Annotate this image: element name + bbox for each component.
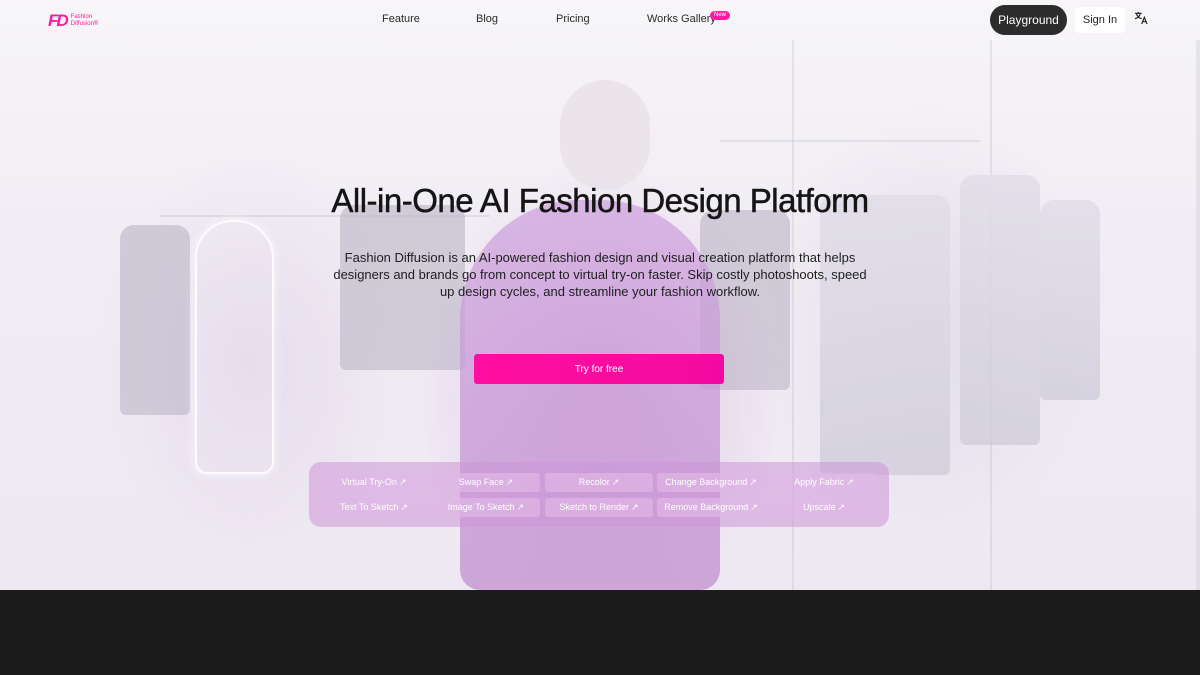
tool-text-to-sketch[interactable]: Text To Sketch ↗ bbox=[320, 498, 428, 517]
tool-upscale[interactable]: Upscale ↗ bbox=[770, 498, 878, 517]
top-navigation: FD Fashion Diffusion® Feature Blog Prici… bbox=[0, 0, 1200, 40]
page-title: All-in-One AI Fashion Design Platform bbox=[331, 182, 869, 220]
tool-label: Sketch to Render bbox=[559, 502, 629, 512]
tool-remove-background[interactable]: Remove Background ↗ bbox=[657, 498, 765, 517]
tool-image-to-sketch[interactable]: Image To Sketch ↗ bbox=[432, 498, 540, 517]
try-for-free-button[interactable]: Try for free bbox=[474, 354, 724, 384]
logo-text: Fashion Diffusion® bbox=[71, 14, 99, 28]
tool-label: Image To Sketch bbox=[447, 502, 515, 512]
tool-label: Apply Fabric bbox=[794, 477, 845, 487]
brand-logo[interactable]: FD Fashion Diffusion® bbox=[48, 11, 98, 31]
external-arrow-icon: ↗ bbox=[837, 502, 846, 512]
nav-link-blog[interactable]: Blog bbox=[476, 13, 498, 25]
playground-button[interactable]: Playground bbox=[990, 5, 1067, 35]
tool-label: Virtual Try-On bbox=[341, 477, 397, 487]
tool-recolor[interactable]: Recolor ↗ bbox=[545, 473, 653, 492]
tool-label: Recolor bbox=[578, 477, 610, 487]
logo-text-line2: Diffusion® bbox=[70, 21, 99, 27]
tool-swap-face[interactable]: Swap Face ↗ bbox=[432, 473, 540, 492]
external-arrow-icon: ↗ bbox=[749, 477, 757, 487]
tool-label: Text To Sketch bbox=[340, 502, 399, 512]
nav-link-pricing[interactable]: Pricing bbox=[556, 13, 590, 25]
tool-virtual-try-on[interactable]: Virtual Try-On ↗ bbox=[320, 473, 428, 492]
logo-text-line1: Fashion bbox=[70, 14, 93, 20]
tool-label: Swap Face bbox=[458, 477, 504, 487]
dark-footer-band bbox=[0, 590, 1200, 675]
nav-link-works-gallery[interactable]: Works Gallery bbox=[647, 13, 716, 25]
scrollbar[interactable] bbox=[1196, 40, 1200, 590]
external-arrow-icon: ↗ bbox=[516, 502, 525, 512]
sign-in-button[interactable]: Sign In bbox=[1075, 7, 1125, 33]
tool-change-background[interactable]: Change Background ↗ bbox=[657, 473, 765, 492]
tool-label: Upscale bbox=[802, 502, 836, 512]
external-arrow-icon: ↗ bbox=[398, 477, 407, 487]
external-arrow-icon: ↗ bbox=[631, 502, 639, 512]
tool-label: Remove Background bbox=[664, 502, 749, 512]
tools-panel: Virtual Try-On ↗ Swap Face ↗ Recolor ↗ Chan… bbox=[309, 462, 889, 527]
new-badge: New bbox=[710, 11, 731, 20]
external-arrow-icon: ↗ bbox=[505, 477, 514, 487]
external-arrow-icon: ↗ bbox=[611, 477, 620, 487]
tool-label: Change Background bbox=[665, 477, 748, 487]
translate-icon[interactable] bbox=[1133, 10, 1149, 26]
tool-apply-fabric[interactable]: Apply Fabric ↗ bbox=[770, 473, 878, 492]
external-arrow-icon: ↗ bbox=[750, 502, 758, 512]
page-subtitle: Fashion Diffusion is an AI-powered fashi… bbox=[333, 250, 867, 299]
tool-sketch-to-render[interactable]: Sketch to Render ↗ bbox=[545, 498, 653, 517]
nav-link-feature[interactable]: Feature bbox=[382, 13, 420, 25]
external-arrow-icon: ↗ bbox=[846, 477, 854, 487]
logo-mark: FD bbox=[48, 11, 69, 30]
external-arrow-icon: ↗ bbox=[400, 502, 408, 512]
